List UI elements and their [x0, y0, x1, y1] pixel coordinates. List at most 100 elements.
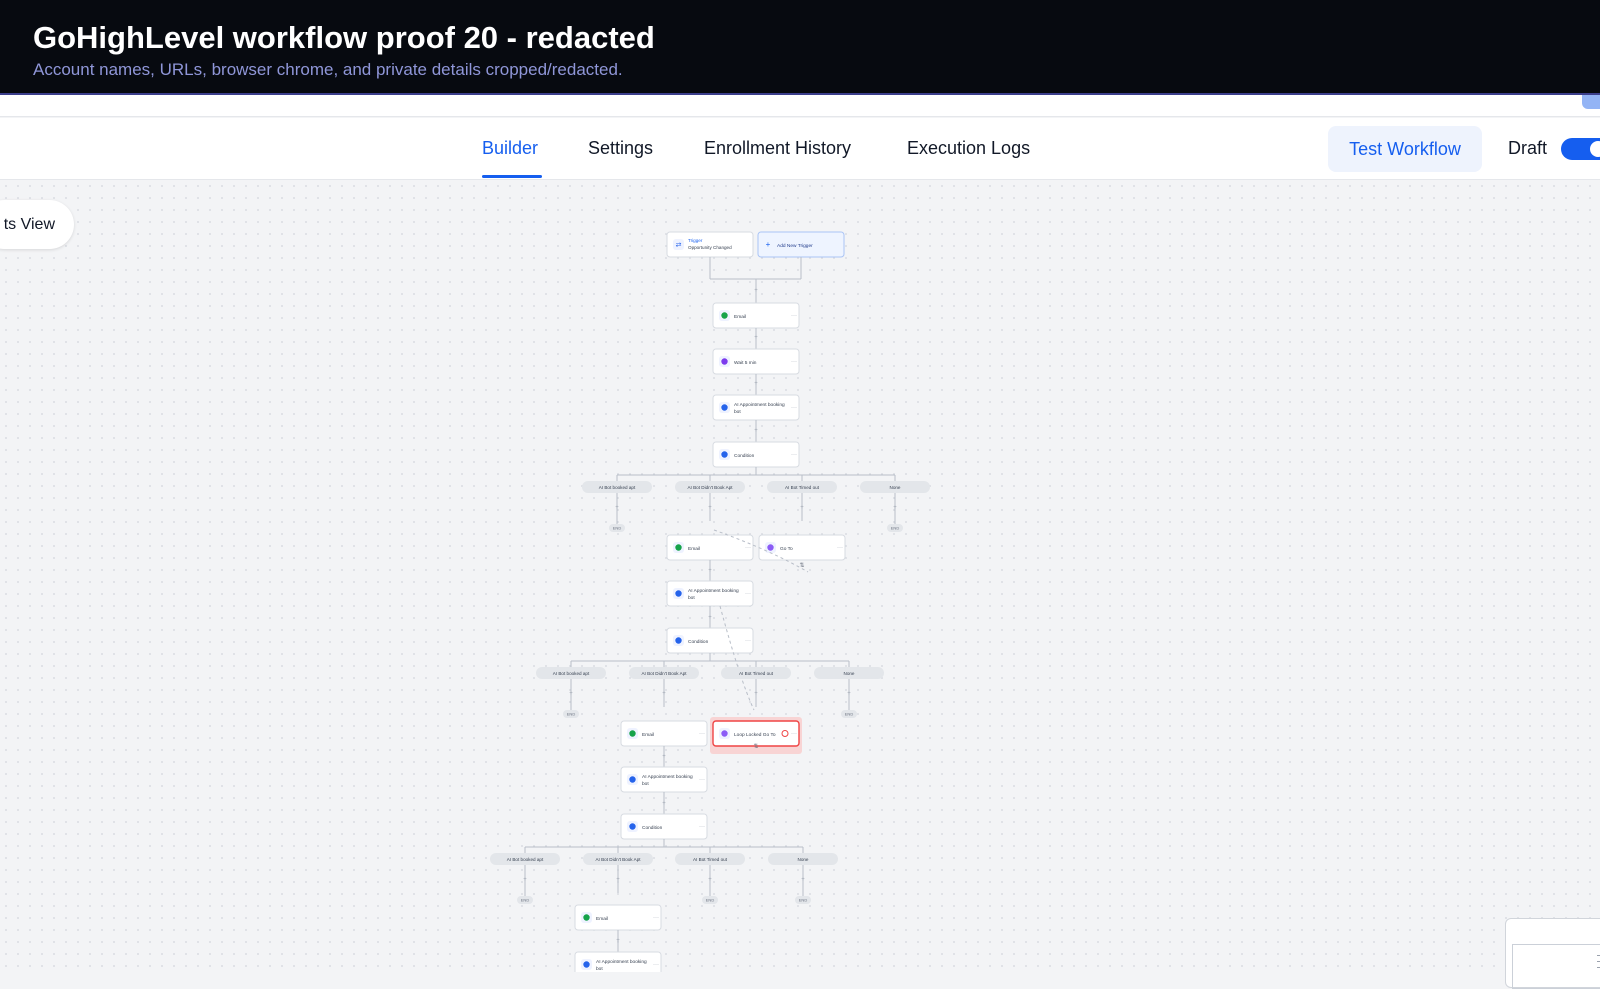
trigger-node[interactable]: ⇄ Trigger Opportunity Changed	[666, 231, 754, 258]
add-step-icon[interactable]: +	[801, 877, 805, 883]
ai-bot-step[interactable]: AI Appointment bookingbot ···	[574, 951, 662, 972]
add-step-icon[interactable]: +	[616, 877, 620, 883]
add-step-icon[interactable]: +	[847, 691, 851, 697]
add-step-icon[interactable]: +	[615, 505, 619, 511]
plus-icon: +	[766, 240, 771, 249]
condition-icon	[675, 637, 682, 644]
branch-label: AI Bot Didn't Book Apt	[675, 481, 745, 493]
email-step[interactable]: Email ···	[712, 302, 800, 329]
step-menu-icon[interactable]: ···	[653, 962, 659, 968]
add-step-icon[interactable]: +	[523, 877, 527, 883]
add-step-icon[interactable]: +	[754, 335, 758, 341]
banner-subtitle: Account names, URLs, browser chrome, and…	[33, 60, 623, 79]
svg-text:Condition: Condition	[642, 825, 663, 831]
wait-step[interactable]: Wait 5 min ···	[712, 348, 800, 375]
svg-text:AI Bot Timed out: AI Bot Timed out	[693, 857, 728, 862]
svg-text:AI Bot Didn't Book Apt: AI Bot Didn't Book Apt	[641, 671, 687, 676]
draft-status-label: Draft	[1508, 138, 1548, 158]
svg-text:Email: Email	[688, 546, 700, 552]
branch-label: AI Bot Timed out	[675, 853, 745, 865]
svg-text:Go To: Go To	[780, 546, 793, 552]
add-step-icon[interactable]: +	[708, 615, 712, 621]
publish-toggle[interactable]	[1561, 138, 1600, 160]
corner-button[interactable]	[1582, 95, 1600, 109]
condition-step[interactable]: Condition ···	[620, 813, 708, 840]
step-menu-icon[interactable]: ···	[745, 638, 751, 644]
add-trigger-node[interactable]: + Add New Trigger	[757, 231, 845, 258]
add-step-icon[interactable]: +	[569, 691, 573, 697]
step-menu-icon[interactable]: ···	[837, 545, 843, 551]
svg-text:Email: Email	[734, 314, 746, 320]
add-step-icon[interactable]: +	[708, 568, 712, 574]
step-menu-icon[interactable]: ···	[653, 915, 659, 921]
add-step-icon[interactable]: +	[662, 801, 666, 807]
tab-enrollment-history[interactable]: Enrollment History	[704, 138, 851, 159]
add-step-icon[interactable]: +	[662, 754, 666, 760]
step-menu-icon[interactable]: ···	[745, 591, 751, 597]
branch-label: AI Bot booked apt	[582, 481, 652, 493]
step-menu-icon[interactable]: ···	[699, 777, 705, 783]
svg-text:END: END	[799, 898, 808, 903]
svg-text:END: END	[845, 712, 854, 717]
loop-locked-goto-step[interactable]: Loop Locked Go To ···	[712, 720, 800, 747]
svg-text:Condition: Condition	[688, 639, 709, 645]
step-menu-icon[interactable]: ···	[791, 359, 797, 365]
svg-text:Condition: Condition	[734, 453, 755, 459]
branch-label: None	[814, 667, 884, 679]
email-step[interactable]: Email ···	[574, 904, 662, 931]
step-menu-icon[interactable]: ···	[791, 313, 797, 319]
goto-icon	[721, 730, 728, 737]
add-step-icon[interactable]: +	[893, 505, 897, 511]
add-step-icon[interactable]: +	[754, 691, 758, 697]
end-marker: END	[887, 524, 903, 532]
bot-icon	[629, 776, 636, 783]
svg-text:bot: bot	[642, 781, 649, 787]
tab-builder[interactable]: Builder	[482, 138, 538, 159]
svg-text:Wait 5 min: Wait 5 min	[734, 360, 757, 366]
add-step-icon[interactable]: +	[708, 505, 712, 511]
test-workflow-button[interactable]: Test Workflow	[1328, 126, 1482, 172]
branch-label: AI Bot booked apt	[490, 853, 560, 865]
step-menu-icon[interactable]: ···	[699, 824, 705, 830]
add-step-icon[interactable]: +	[616, 938, 620, 944]
svg-text:END: END	[706, 898, 715, 903]
branch-label: AI Bot booked apt	[536, 667, 606, 679]
condition-step[interactable]: Condition ···	[666, 627, 754, 654]
redaction-banner: GoHighLevel workflow proof 20 - redacted…	[0, 0, 1600, 95]
add-step-icon[interactable]: +	[800, 505, 804, 511]
step-menu-icon[interactable]: ···	[791, 452, 797, 458]
add-step-icon[interactable]: +	[754, 428, 758, 434]
add-step-icon[interactable]: +	[754, 288, 758, 294]
goto-icon	[767, 544, 774, 551]
minimap[interactable]	[1505, 918, 1600, 989]
add-step-icon[interactable]: +	[754, 381, 758, 387]
active-tab-indicator	[482, 175, 542, 178]
svg-text:AI Bot Didn't Book Apt: AI Bot Didn't Book Apt	[687, 485, 733, 490]
condition-icon	[629, 823, 636, 830]
add-step-icon[interactable]: +	[708, 877, 712, 883]
condition-icon	[721, 451, 728, 458]
step-menu-icon[interactable]: ···	[699, 731, 705, 737]
ai-bot-step[interactable]: AI Appointment bookingbot ···	[712, 394, 800, 421]
svg-text:AI Bot Timed out: AI Bot Timed out	[739, 671, 774, 676]
goto-step[interactable]: Go To ···	[758, 534, 846, 561]
end-marker: END	[795, 896, 811, 904]
svg-text:Email: Email	[642, 732, 654, 738]
step-menu-icon[interactable]: ···	[745, 545, 751, 551]
svg-text:None: None	[844, 671, 855, 676]
svg-text:None: None	[890, 485, 901, 490]
branch-label: None	[768, 853, 838, 865]
svg-text:Loop Locked Go To: Loop Locked Go To	[734, 732, 776, 738]
email-step[interactable]: Email ···	[666, 534, 754, 561]
step-menu-icon[interactable]: ···	[791, 405, 797, 411]
add-step-icon[interactable]: +	[662, 691, 666, 697]
clock-icon	[721, 358, 728, 365]
step-menu-icon[interactable]: ···	[791, 731, 797, 737]
ai-bot-step[interactable]: AI Appointment bookingbot ···	[620, 766, 708, 793]
email-step[interactable]: Email ···	[620, 720, 708, 747]
tab-execution-logs[interactable]: Execution Logs	[907, 138, 1030, 159]
svg-text:AI Bot booked apt: AI Bot booked apt	[507, 857, 544, 862]
tab-settings[interactable]: Settings	[588, 138, 653, 159]
condition-step[interactable]: Condition ···	[712, 441, 800, 468]
ai-bot-step[interactable]: AI Appointment bookingbot ···	[666, 580, 754, 607]
